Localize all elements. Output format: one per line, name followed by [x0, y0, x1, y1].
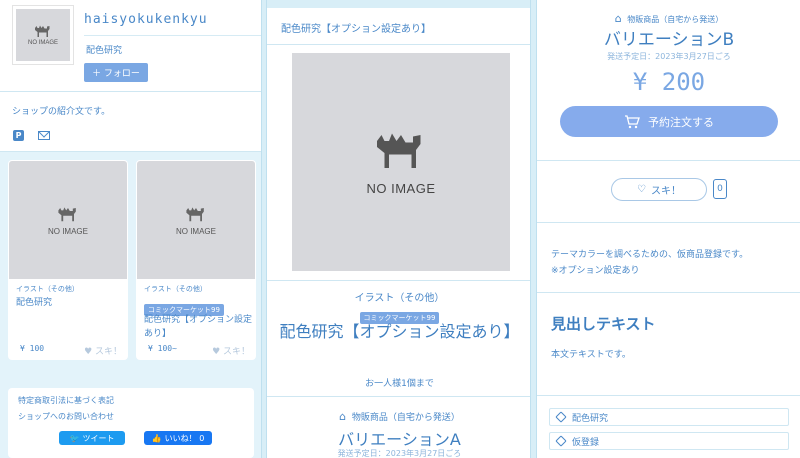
heart-icon: ♡ [637, 184, 646, 195]
tag-link[interactable]: 配色研究 [549, 408, 789, 426]
noimage-text: NO IMAGE [27, 40, 58, 46]
tag-label: 配色研究 [572, 413, 609, 424]
product-image[interactable]: NO IMAGE [9, 161, 127, 279]
product-price: ¥ 100~ [148, 344, 177, 353]
shop-intro-text: ショップの紹介文です。 [12, 107, 111, 117]
preorder-label: 予約注文する [648, 115, 714, 129]
product-title[interactable]: 配色研究 [16, 296, 126, 310]
product-card[interactable]: NO IMAGE イラスト（その他） コミックマーケット99 配色研究【オプショ… [136, 160, 256, 360]
ship-date: 発送予定日：2023年3月27日ごろ [607, 52, 731, 61]
divider [537, 160, 800, 161]
shop-footer: 特定商取引法に基づく表記 ショップへのお問い合わせ 🐦 ツイート 👍 いいね！ … [8, 388, 254, 458]
avatar-placeholder: NO IMAGE [16, 9, 70, 61]
legal-notice-link[interactable]: 特定商取引法に基づく表記 [18, 395, 114, 406]
shop-column: NO IMAGE haisyokukenkyu 配色研究 ＋ フォロー ショップ… [0, 0, 262, 458]
tweet-label: ツイート [82, 433, 115, 443]
product-detail-column: 配色研究【オプション設定あり】 NO IMAGE イラスト（その他） コミックマ… [266, 0, 531, 458]
home-icon: ⌂ [614, 12, 622, 25]
tag-label: 仮登録 [572, 437, 600, 448]
like-count: 0 [713, 179, 727, 199]
mail-icon[interactable] [38, 131, 50, 140]
product-name: 配色研究【オプション設定あり】 [279, 322, 520, 341]
shop-intro-section: ショップの紹介文です。 P [0, 92, 261, 152]
ship-date: 発送予定日：2023年3月27日ごろ [337, 449, 462, 458]
tag-link[interactable]: 仮登録 [549, 432, 789, 450]
contact-link[interactable]: ショップへのお問い合わせ [18, 411, 114, 422]
divider [267, 280, 530, 281]
like-label: スキ！ [650, 186, 681, 197]
facebook-like-label: いいね！ 0 [164, 433, 205, 443]
home-icon: ⌂ [339, 410, 347, 423]
camel-icon [377, 133, 421, 168]
like-button[interactable]: ♥ スキ！ [84, 344, 122, 357]
product-title[interactable]: 配色研究【オプション設定あり】 [144, 313, 254, 341]
divider [267, 44, 530, 45]
thumbs-up-icon: 👍 [151, 433, 162, 443]
shipping-type: ⌂ 物販商品（自宅から発送） [267, 410, 530, 423]
noimage-text: NO IMAGE [175, 226, 216, 236]
product-category: イラスト（その他） [354, 293, 445, 304]
shipping-label: 物販商品（自宅から発送） [351, 413, 460, 423]
camel-icon [186, 206, 204, 221]
divider [84, 35, 261, 36]
like-button[interactable]: ♥ スキ！ [212, 344, 250, 357]
description-line-1: テーマカラーを調べるための、仮商品登録です。 [551, 250, 749, 260]
variant-name: バリエーションA [338, 430, 461, 449]
variant-price: ¥ 200 [632, 68, 706, 96]
variant-name: バリエーションB [603, 30, 735, 50]
purchase-limit: お一人様1個まで [365, 379, 434, 389]
tag-icon [555, 411, 567, 423]
follow-button[interactable]: ＋ フォロー [84, 63, 148, 82]
camel-icon [58, 206, 76, 221]
shop-name[interactable]: haisyokukenkyu [84, 12, 208, 27]
top-bar [267, 0, 530, 8]
facebook-like-button[interactable]: 👍 いいね！ 0 [144, 431, 212, 445]
like-button[interactable]: ♡ スキ！ [611, 178, 707, 201]
product-image[interactable]: NO IMAGE [137, 161, 255, 279]
divider [537, 292, 800, 293]
camel-icon [35, 25, 50, 37]
divider [537, 222, 800, 223]
tweet-button[interactable]: 🐦 ツイート [59, 431, 125, 445]
noimage-text: NO IMAGE [366, 180, 436, 196]
shipping-type: ⌂ 物販商品（自宅から発送） [537, 12, 800, 25]
product-category: イラスト（その他） [16, 285, 79, 293]
noimage-text: NO IMAGE [47, 226, 88, 236]
section-body: 本文テキストです。 [551, 350, 631, 360]
twitter-bird-icon: 🐦 [69, 433, 80, 443]
product-card[interactable]: NO IMAGE イラスト（その他） 配色研究 ¥ 100 ♥ スキ！ [8, 160, 128, 360]
shop-header: NO IMAGE haisyokukenkyu 配色研究 ＋ フォロー [0, 0, 261, 92]
divider [267, 396, 530, 397]
shop-subtitle: 配色研究 [86, 46, 123, 56]
divider [537, 395, 800, 396]
tag-icon [555, 435, 567, 447]
product-main-image[interactable]: NO IMAGE [292, 53, 510, 271]
product-category: イラスト（その他） [144, 285, 207, 293]
pixiv-icon[interactable]: P [13, 130, 24, 141]
shop-avatar[interactable]: NO IMAGE [12, 5, 74, 65]
shipping-label: 物販商品（自宅から発送） [627, 15, 724, 24]
variant-column: ⌂ 物販商品（自宅から発送） バリエーションB 発送予定日：2023年3月27日… [536, 0, 800, 458]
product-price: ¥ 100 [20, 344, 45, 353]
description-line-2: ※オプション設定あり [551, 266, 640, 276]
cart-icon [625, 114, 640, 128]
section-heading: 見出しテキスト [551, 315, 656, 333]
product-header-title: 配色研究【オプション設定あり】 [281, 24, 431, 35]
preorder-button[interactable]: 予約注文する [560, 106, 778, 137]
